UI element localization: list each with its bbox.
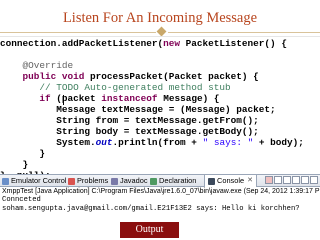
- view-toolbar: [264, 176, 318, 186]
- view-tabbar: Emulator Control Problems Javadoc Declar…: [0, 174, 320, 187]
- slide-title: Listen For An Incoming Message: [62, 10, 258, 26]
- divider-diamond: [156, 26, 167, 37]
- problems-icon: [68, 177, 75, 185]
- code-line-9: System.out.println(from + " says: " + bo…: [56, 137, 304, 148]
- text-cursor: [63, 95, 64, 105]
- pin-console-icon[interactable]: [301, 176, 309, 184]
- remove-all-icon[interactable]: [283, 176, 291, 184]
- console-header: XmppTest [Java Application] C:\Program F…: [0, 187, 320, 196]
- console-line-1: Connceted: [2, 196, 41, 204]
- tab-emulator-control[interactable]: Emulator Control: [2, 175, 66, 187]
- caption-bar: Output: [120, 222, 179, 238]
- tab-javadoc[interactable]: Javadoc: [111, 175, 148, 187]
- javadoc-icon: [111, 177, 118, 185]
- divider-line-left: [0, 32, 156, 33]
- emulator-icon: [2, 177, 9, 185]
- tab-declaration[interactable]: Declaration: [150, 175, 196, 187]
- display-console-icon[interactable]: [310, 176, 318, 184]
- declaration-icon: [150, 177, 157, 185]
- tab-console[interactable]: Console ✕: [204, 175, 257, 187]
- tab-problems[interactable]: Problems: [68, 175, 108, 187]
- code-editor[interactable]: connection.addPacketListener(new PacketL…: [0, 36, 320, 181]
- scroll-lock-icon[interactable]: [292, 176, 300, 184]
- console-line-2: soham.sengupta.java@gmail.com/gmail.E21F…: [2, 205, 300, 213]
- code-line-1: connection.addPacketListener(new PacketL…: [0, 38, 287, 49]
- terminate-icon[interactable]: [265, 176, 273, 184]
- close-icon[interactable]: ✕: [247, 175, 253, 187]
- divider-line-right: [168, 32, 320, 33]
- console-icon: [208, 177, 215, 185]
- remove-launch-icon[interactable]: [274, 176, 282, 184]
